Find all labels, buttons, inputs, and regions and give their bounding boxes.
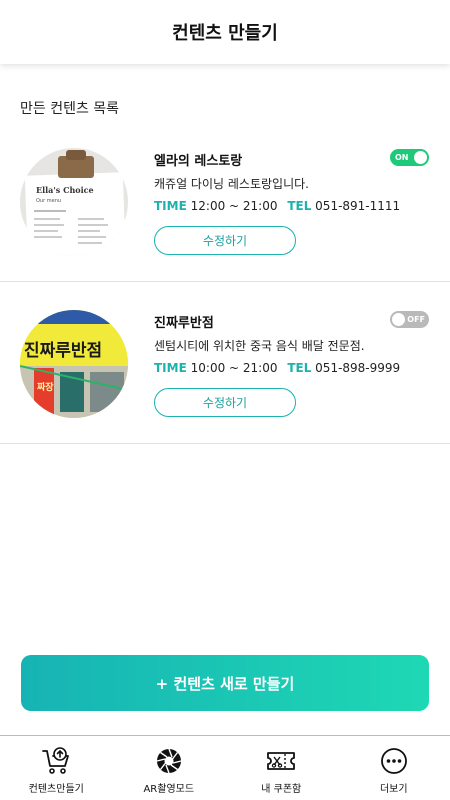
tab-label: 내 쿠폰함	[261, 784, 302, 795]
tel-label: TEL	[287, 361, 312, 375]
tab-label: 더보기	[379, 784, 408, 795]
more-dots-icon	[380, 748, 407, 774]
content-card-ella[interactable]: Ella's Choice Our menu 엘라의 레스토랑 캐쥬얼 다이닝 …	[0, 120, 450, 282]
toggle-knob	[392, 313, 405, 326]
content-hours-phone: TIME 10:00 ~ 21:00 TEL 051-898-9999	[154, 361, 430, 377]
edit-button[interactable]: 수정하기	[154, 226, 296, 255]
tab-ar-mode[interactable]: AR촬영모드	[113, 736, 226, 800]
tel-label: TEL	[287, 199, 312, 213]
toggle-label: ON	[395, 153, 409, 162]
toggle-label: OFF	[407, 315, 425, 324]
content-name: 엘라의 레스토랑	[154, 154, 243, 169]
tel-value: 051-898-9999	[315, 361, 401, 375]
content-description: 센텀시티에 위치한 중국 음식 배달 전문점.	[154, 339, 365, 353]
tab-more[interactable]: 더보기	[338, 736, 450, 800]
coupon-ticket-icon	[267, 752, 296, 770]
visibility-toggle[interactable]: OFF	[390, 311, 429, 328]
time-label: TIME	[154, 361, 187, 375]
tel-value: 051-891-1111	[315, 199, 401, 213]
svg-text:Our menu: Our menu	[36, 198, 61, 204]
create-content-button[interactable]: + 컨텐츠 새로 만들기	[21, 655, 429, 711]
toggle-knob	[414, 151, 427, 164]
content-description: 캐쥬얼 다이닝 레스토랑입니다.	[154, 177, 309, 191]
content-name: 진짜루반점	[154, 316, 214, 331]
camera-aperture-icon	[156, 748, 181, 774]
page-title: 컨텐츠 만들기	[172, 23, 278, 44]
create-content-label: + 컨텐츠 새로 만들기	[155, 674, 295, 693]
tab-coupons[interactable]: 내 쿠폰함	[225, 736, 338, 800]
bottom-tab-bar: 컨텐츠만들기 AR촬영모드 내 쿠폰함 더보기	[0, 735, 450, 800]
edit-button-label: 수정하기	[202, 234, 248, 248]
cart-upload-icon	[42, 747, 70, 774]
time-value: 12:00 ~ 21:00	[190, 199, 278, 213]
content-thumbnail: 진짜루반점 짜장	[20, 310, 128, 418]
section-title: 만든 컨텐츠 목록	[20, 101, 120, 117]
svg-text:Ella's Choice: Ella's Choice	[36, 185, 94, 195]
edit-button[interactable]: 수정하기	[154, 388, 296, 417]
content-thumbnail: Ella's Choice Our menu	[20, 148, 128, 256]
content-hours-phone: TIME 12:00 ~ 21:00 TEL 051-891-1111	[154, 199, 430, 215]
time-value: 10:00 ~ 21:00	[190, 361, 278, 375]
app-header: 컨텐츠 만들기	[0, 0, 450, 64]
content-card-jinjjaru[interactable]: 진짜루반점 짜장 진짜루반점 센텀시티에 위치한 중국 음식 배달 전문점. T…	[0, 282, 450, 444]
tab-create-content[interactable]: 컨텐츠만들기	[0, 736, 113, 800]
visibility-toggle[interactable]: ON	[390, 149, 429, 166]
svg-text:짜장: 짜장	[37, 381, 54, 393]
tab-label: 컨텐츠만들기	[28, 784, 84, 795]
time-label: TIME	[154, 199, 187, 213]
svg-text:진짜루반점: 진짜루반점	[24, 341, 102, 361]
tab-label: AR촬영모드	[143, 784, 195, 795]
edit-button-label: 수정하기	[202, 396, 248, 410]
